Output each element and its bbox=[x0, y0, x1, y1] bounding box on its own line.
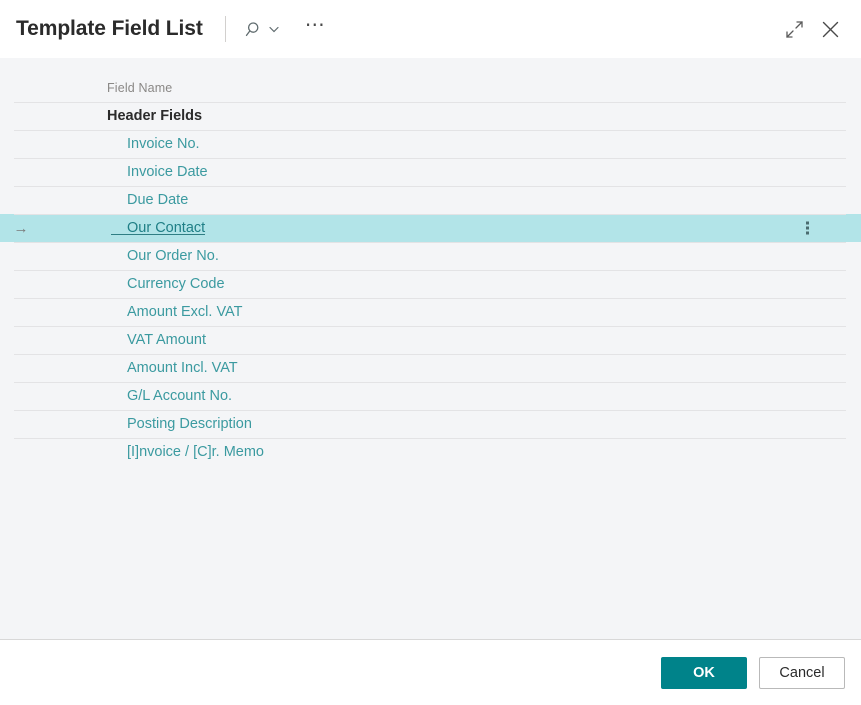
row-field-name: Posting Description bbox=[127, 416, 252, 432]
template-field-list-dialog: Template Field List ⋯ Field Name Header … bbox=[0, 0, 861, 705]
search-button[interactable] bbox=[243, 13, 283, 45]
row-field-name: Amount Excl. VAT bbox=[127, 304, 243, 320]
row-divider bbox=[14, 130, 846, 131]
table-row[interactable]: VAT Amount bbox=[0, 326, 861, 354]
dialog-titlebar: Template Field List ⋯ bbox=[0, 0, 861, 58]
table-row[interactable]: Posting Description bbox=[0, 410, 861, 438]
arrow-right-icon: → bbox=[13, 219, 29, 237]
row-field-name: Due Date bbox=[127, 192, 189, 208]
titlebar-divider bbox=[224, 16, 226, 42]
row-field-name: Our Contact bbox=[42, 220, 206, 236]
table-row[interactable]: Amount Excl. VAT bbox=[0, 298, 861, 326]
dialog-footer: OK Cancel bbox=[0, 640, 861, 705]
table-row[interactable]: Our Order No. bbox=[0, 242, 861, 270]
row-field-name: Currency Code bbox=[127, 276, 225, 292]
titlebar-actions bbox=[785, 13, 845, 45]
row-divider bbox=[14, 270, 846, 271]
close-x-icon bbox=[820, 19, 841, 40]
search-icon bbox=[245, 20, 264, 39]
row-divider bbox=[14, 326, 846, 327]
dialog-content-panel: Field Name Header Fields Invoice No. Invoi… bbox=[0, 58, 861, 640]
table-row[interactable]: G/L Account No. bbox=[0, 382, 861, 410]
row-divider bbox=[14, 438, 846, 439]
table-row[interactable]: → Our Contact bbox=[0, 214, 861, 242]
table-row[interactable]: Invoice Date bbox=[0, 158, 861, 186]
table-row[interactable]: [I]nvoice / [C]r. Memo bbox=[0, 438, 861, 466]
table-row[interactable]: Amount Incl. VAT bbox=[0, 354, 861, 382]
table-row[interactable]: Due Date bbox=[0, 186, 861, 214]
row-field-name: Amount Incl. VAT bbox=[127, 360, 238, 376]
row-divider bbox=[14, 186, 846, 187]
table-row[interactable]: Invoice No. bbox=[0, 130, 861, 158]
row-field-name: VAT Amount bbox=[127, 332, 206, 348]
row-divider bbox=[14, 158, 846, 159]
row-field-name: Our Order No. bbox=[127, 248, 219, 264]
row-divider bbox=[14, 410, 846, 411]
ellipsis-horizontal-icon: ⋯ bbox=[304, 13, 327, 36]
table-row[interactable]: Currency Code bbox=[0, 270, 861, 298]
more-vertical-icon[interactable] bbox=[802, 219, 813, 238]
expand-button[interactable] bbox=[785, 13, 804, 45]
field-list-grid: Field Name Header Fields Invoice No. Invoi… bbox=[0, 58, 861, 466]
ok-button[interactable]: OK bbox=[661, 656, 747, 689]
grid-group-row[interactable]: Header Fields bbox=[0, 102, 861, 130]
row-divider bbox=[14, 382, 846, 383]
row-divider bbox=[14, 242, 846, 243]
row-divider bbox=[14, 102, 846, 103]
row-field-name: Invoice Date bbox=[127, 164, 208, 180]
row-field-name: Invoice No. bbox=[127, 136, 200, 152]
row-field-name: Header Fields bbox=[107, 108, 203, 124]
row-field-name: [I]nvoice / [C]r. Memo bbox=[127, 444, 264, 460]
page-title: Template Field List bbox=[16, 17, 203, 40]
column-header-field-name: Field Name bbox=[107, 81, 173, 95]
row-divider bbox=[14, 214, 846, 215]
row-field-name: G/L Account No. bbox=[127, 388, 233, 404]
close-button[interactable] bbox=[820, 13, 841, 45]
chevron-down-icon bbox=[267, 22, 281, 36]
more-options-button[interactable]: ⋯ bbox=[305, 9, 327, 50]
cancel-button[interactable]: Cancel bbox=[759, 656, 845, 689]
expand-diagonal-icon bbox=[785, 20, 804, 39]
row-divider bbox=[14, 354, 846, 355]
row-divider bbox=[14, 298, 846, 299]
grid-column-header: Field Name bbox=[0, 58, 861, 102]
